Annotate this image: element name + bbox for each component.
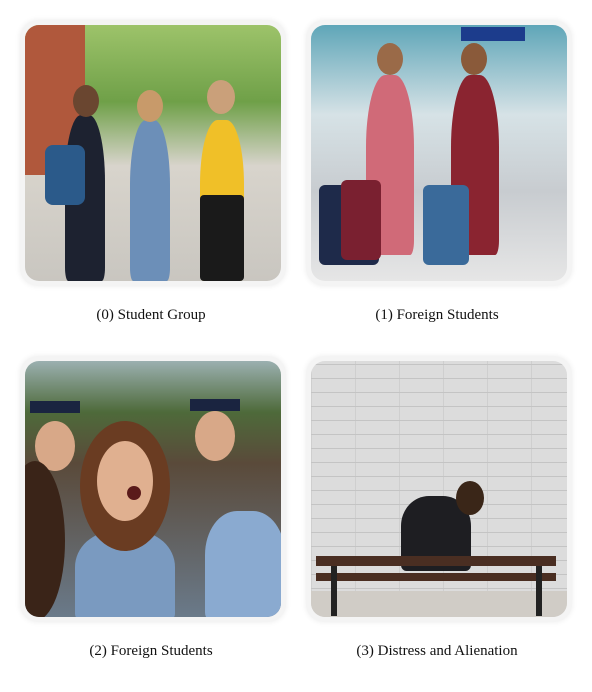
figure-1 — [306, 20, 572, 286]
figure-2-caption: (2) Foreign Students — [89, 643, 213, 659]
figure-3-caption: (3) Distress and Alienation — [356, 643, 518, 659]
figure-1-caption: (1) Foreign Students — [375, 307, 499, 323]
figure-2 — [20, 356, 286, 622]
foreign-students-airport-image — [311, 25, 567, 281]
student-group-image — [25, 25, 281, 281]
distress-alienation-image — [311, 361, 567, 617]
figure-3 — [306, 356, 572, 622]
shocked-students-image — [25, 361, 281, 617]
figure-0-caption: (0) Student Group — [96, 307, 206, 323]
figure-0 — [20, 20, 286, 286]
